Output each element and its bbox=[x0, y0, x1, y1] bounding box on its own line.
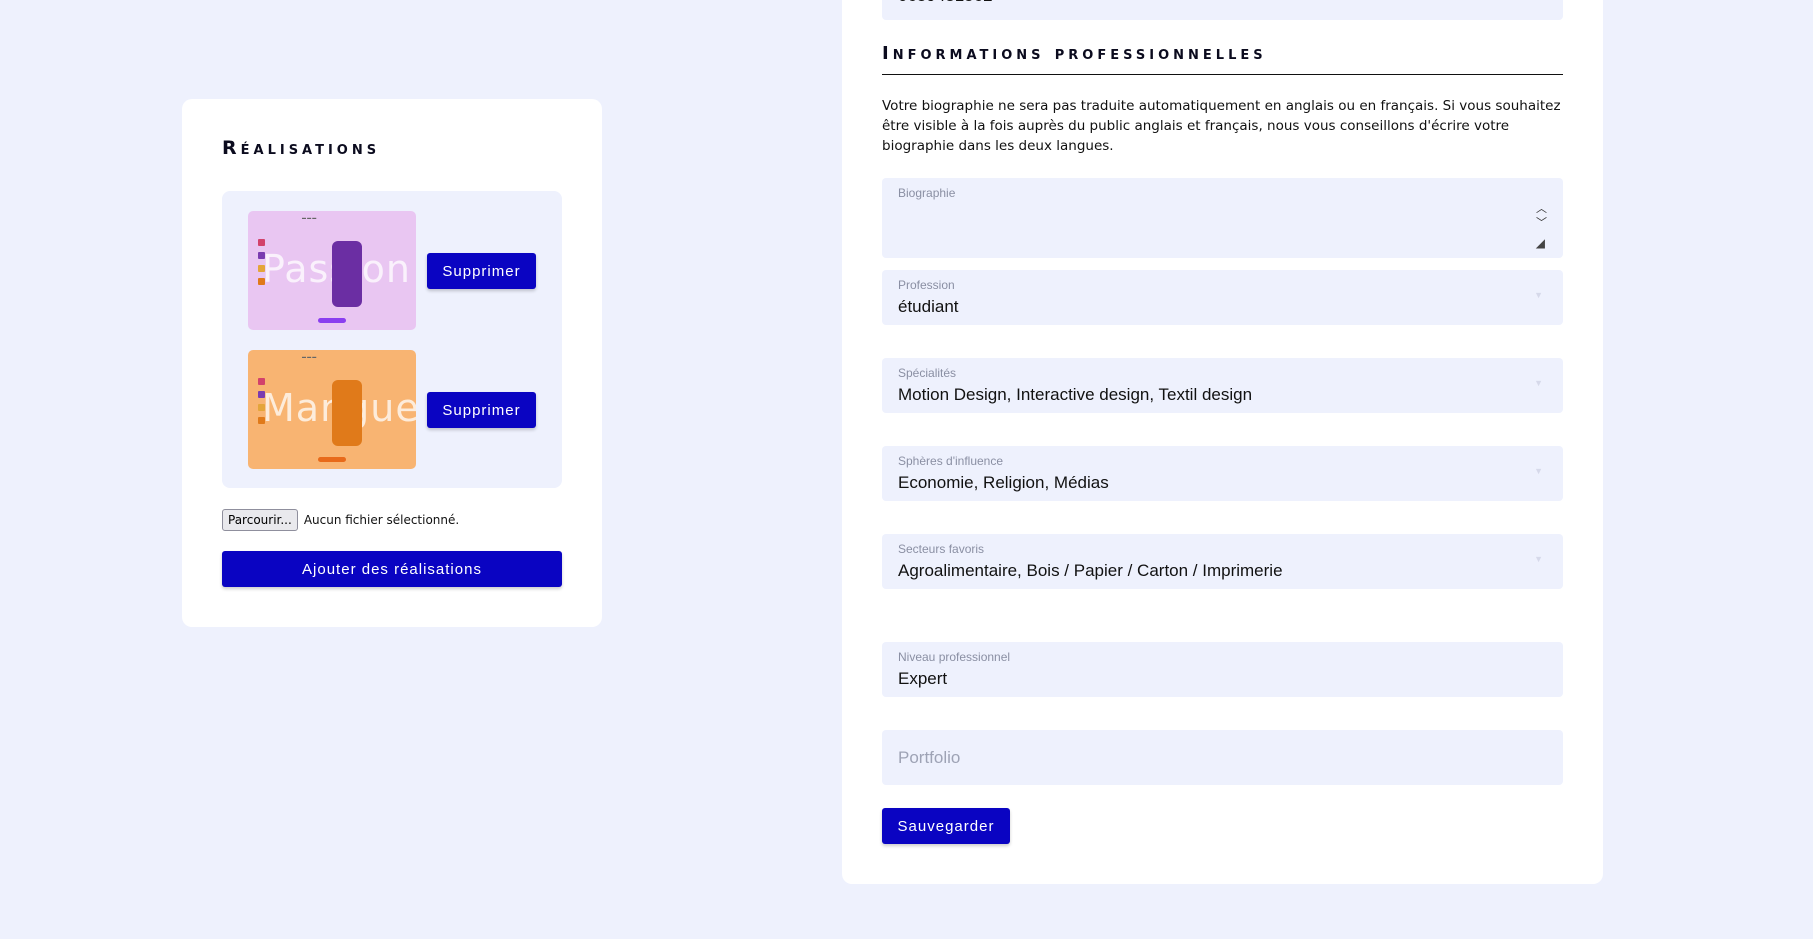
profession-value: étudiant bbox=[898, 297, 959, 316]
professional-info-title: Informations professionnelles bbox=[882, 43, 1267, 64]
spheres-label: Sphères d'influence bbox=[898, 454, 1004, 468]
biography-label: Biographie bbox=[898, 186, 956, 200]
level-label: Niveau professionnel bbox=[898, 650, 1011, 664]
spheres-field[interactable]: Sphères d'influence Economie, Religion, … bbox=[882, 446, 1563, 501]
work-item: ▬ ▬ ▬ Passion Supprimer bbox=[248, 211, 538, 330]
spheres-value: Economie, Religion, Médias bbox=[898, 473, 1109, 492]
works-list: ▬ ▬ ▬ Passion Supprimer ▬ ▬ ▬ Mangue bbox=[222, 191, 562, 488]
title-divider bbox=[882, 74, 1563, 75]
professional-info-card: 0659481562 Informations professionnelles… bbox=[842, 0, 1603, 884]
sectors-label: Secteurs favoris bbox=[898, 542, 985, 556]
delete-work-button[interactable]: Supprimer bbox=[427, 253, 536, 289]
file-upload-row: Parcourir... Aucun fichier sélectionné. bbox=[222, 509, 459, 531]
scroll-arrows-icon[interactable]: ︿ ﹀ bbox=[1536, 202, 1547, 230]
biography-notice: Votre biographie ne sera pas traduite au… bbox=[882, 98, 1561, 154]
profession-label: Profession bbox=[898, 278, 955, 292]
achievements-title: Réalisations bbox=[222, 137, 381, 159]
sectors-field[interactable]: Secteurs favoris Agroalimentaire, Bois /… bbox=[882, 534, 1563, 589]
chevron-down-icon: ▼ bbox=[1534, 554, 1543, 564]
work-thumbnail: ▬ ▬ ▬ Mangue bbox=[248, 350, 416, 469]
save-button[interactable]: Sauvegarder bbox=[882, 808, 1010, 844]
specialties-field[interactable]: Spécialités Motion Design, Interactive d… bbox=[882, 358, 1563, 413]
chevron-down-icon: ▼ bbox=[1534, 290, 1543, 300]
specialties-label: Spécialités bbox=[898, 366, 957, 380]
profession-field[interactable]: Profession étudiant ▼ bbox=[882, 270, 1563, 325]
portfolio-input[interactable]: Portfolio bbox=[882, 730, 1563, 785]
add-works-button[interactable]: Ajouter des réalisations bbox=[222, 551, 562, 587]
chevron-down-icon: ▼ bbox=[1534, 466, 1543, 476]
work-item: ▬ ▬ ▬ Mangue Supprimer bbox=[248, 350, 538, 469]
level-field[interactable]: Niveau professionnel Expert bbox=[882, 642, 1563, 697]
browse-file-button[interactable]: Parcourir... bbox=[222, 509, 298, 531]
sectors-value: Agroalimentaire, Bois / Papier / Carton … bbox=[898, 561, 1283, 580]
work-thumbnail: ▬ ▬ ▬ Passion bbox=[248, 211, 416, 330]
file-status-text: Aucun fichier sélectionné. bbox=[303, 513, 460, 527]
phone-field[interactable]: 0659481562 bbox=[882, 0, 1563, 20]
resize-handle-icon[interactable]: ◢ bbox=[1536, 236, 1545, 250]
product-can-image bbox=[332, 241, 362, 307]
delete-work-button[interactable]: Supprimer bbox=[427, 392, 536, 428]
level-value: Expert bbox=[898, 669, 948, 688]
product-can-image bbox=[332, 380, 362, 446]
chevron-down-icon: ▼ bbox=[1534, 378, 1543, 388]
achievements-card: Réalisations ▬ ▬ ▬ Passion Supprimer ▬ ▬… bbox=[182, 99, 602, 627]
biography-field[interactable]: Biographie ︿ ﹀ ◢ bbox=[882, 178, 1563, 258]
specialties-value: Motion Design, Interactive design, Texti… bbox=[898, 385, 1253, 404]
phone-value: 0659481562 bbox=[898, 0, 993, 6]
portfolio-placeholder: Portfolio bbox=[898, 748, 961, 767]
